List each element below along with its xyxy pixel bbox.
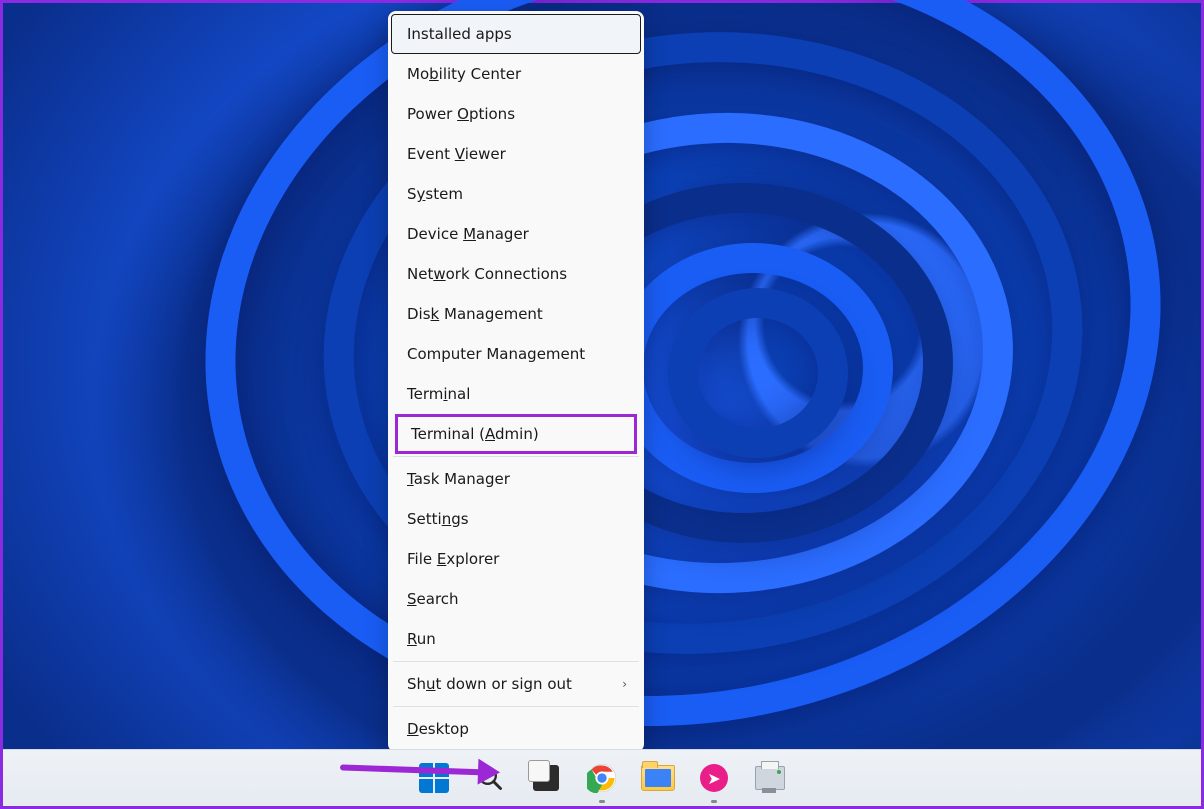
taskbar-app-printer[interactable] xyxy=(750,758,790,798)
winx-context-menu: Installed appsMobility CenterPower Optio… xyxy=(388,11,644,752)
start-button[interactable] xyxy=(414,758,454,798)
task-view-button[interactable] xyxy=(526,758,566,798)
chrome-icon xyxy=(587,763,617,793)
share-app-icon: ➤ xyxy=(700,764,728,792)
menu-item-desktop[interactable]: Desktop xyxy=(391,709,641,749)
printer-icon xyxy=(755,766,785,790)
menu-item-settings[interactable]: Settings xyxy=(391,499,641,539)
menu-item-file-explorer[interactable]: File Explorer xyxy=(391,539,641,579)
menu-item-mobility-center[interactable]: Mobility Center xyxy=(391,54,641,94)
menu-item-power-options[interactable]: Power Options xyxy=(391,94,641,134)
menu-item-device-manager[interactable]: Device Manager xyxy=(391,214,641,254)
menu-item-task-manager[interactable]: Task Manager xyxy=(391,459,641,499)
chevron-right-icon: › xyxy=(622,673,627,695)
annotation-arrow-head xyxy=(478,759,501,786)
menu-item-event-viewer[interactable]: Event Viewer xyxy=(391,134,641,174)
menu-item-terminal-admin[interactable]: Terminal (Admin) xyxy=(395,414,637,454)
task-view-icon xyxy=(533,765,559,791)
taskbar-app-file-explorer[interactable] xyxy=(638,758,678,798)
menu-divider xyxy=(393,661,639,662)
wallpaper-swirl xyxy=(668,288,848,458)
menu-item-installed-apps[interactable]: Installed apps xyxy=(391,14,641,54)
folder-icon xyxy=(641,765,675,791)
menu-item-system[interactable]: System xyxy=(391,174,641,214)
menu-divider xyxy=(393,456,639,457)
menu-item-disk-management[interactable]: Disk Management xyxy=(391,294,641,334)
menu-item-shut-down-or-sign-out[interactable]: Shut down or sign out› xyxy=(391,664,641,704)
menu-item-network-connections[interactable]: Network Connections xyxy=(391,254,641,294)
taskbar: ➤ xyxy=(3,749,1201,806)
menu-item-run[interactable]: Run xyxy=(391,619,641,659)
menu-divider xyxy=(393,706,639,707)
taskbar-app-chrome[interactable] xyxy=(582,758,622,798)
menu-item-terminal[interactable]: Terminal xyxy=(391,374,641,414)
menu-item-computer-management[interactable]: Computer Management xyxy=(391,334,641,374)
taskbar-app-share[interactable]: ➤ xyxy=(694,758,734,798)
menu-item-search[interactable]: Search xyxy=(391,579,641,619)
